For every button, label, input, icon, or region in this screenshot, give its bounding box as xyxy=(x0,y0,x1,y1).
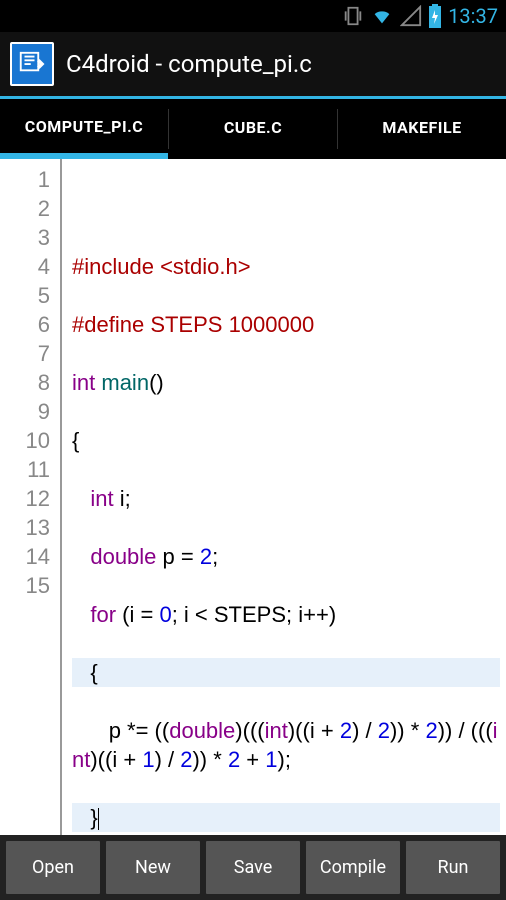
code-area[interactable]: #include <stdio.h> #define STEPS 1000000… xyxy=(62,159,506,835)
status-bar: 13:37 xyxy=(0,0,506,32)
tab-makefile[interactable]: MAKEFILE xyxy=(338,99,506,159)
tab-bar: COMPUTE_PI.C CUBE.C MAKEFILE xyxy=(0,99,506,159)
code-editor[interactable]: 1 2 3 4 5 6 7 8 9 10 11 12 13 14 15 #inc… xyxy=(0,159,506,835)
new-button[interactable]: New xyxy=(106,841,200,894)
run-button[interactable]: Run xyxy=(406,841,500,894)
app-title: C4droid - compute_pi.c xyxy=(66,50,312,78)
compile-button[interactable]: Compile xyxy=(306,841,400,894)
open-button[interactable]: Open xyxy=(6,841,100,894)
vibrate-icon xyxy=(342,5,364,27)
line-gutter: 1 2 3 4 5 6 7 8 9 10 11 12 13 14 15 xyxy=(0,159,62,835)
tab-cube[interactable]: CUBE.C xyxy=(169,99,337,159)
signal-icon xyxy=(400,5,422,27)
bottom-toolbar: Open New Save Compile Run xyxy=(0,835,506,900)
wifi-icon xyxy=(370,5,394,27)
battery-icon xyxy=(428,4,442,28)
app-icon[interactable] xyxy=(10,42,54,86)
tab-compute-pi[interactable]: COMPUTE_PI.C xyxy=(0,99,168,159)
app-bar: C4droid - compute_pi.c xyxy=(0,32,506,96)
status-time: 13:37 xyxy=(448,4,498,28)
save-button[interactable]: Save xyxy=(206,841,300,894)
